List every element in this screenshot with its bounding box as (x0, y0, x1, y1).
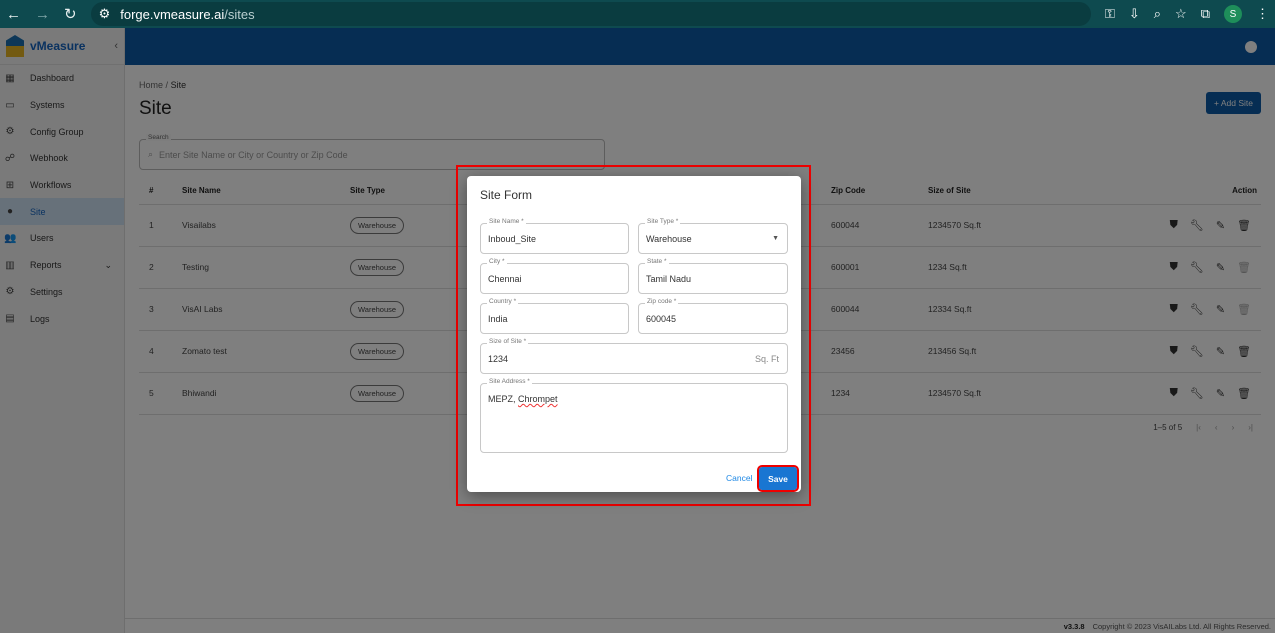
zip-code-label: Zip code * (645, 298, 679, 305)
site-address-textarea[interactable]: Site Address * MEPZ, Chrompet (480, 378, 788, 453)
url-path: /sites (224, 6, 255, 22)
url-host: forge.vmeasure.ai (120, 6, 225, 22)
save-button[interactable]: Save (757, 465, 799, 492)
size-label: Size of Site * (487, 338, 529, 345)
cancel-button[interactable]: Cancel (726, 473, 752, 483)
key-icon[interactable]: ⚿ (1105, 6, 1115, 22)
back-icon[interactable]: ← (6, 6, 21, 23)
address-value: MEPZ, Chrompet (488, 394, 558, 404)
menu-icon[interactable]: ⋮ (1256, 6, 1269, 22)
city-label: City * (487, 258, 507, 265)
address-label: Site Address * (487, 378, 532, 385)
address-text: MEPZ, (488, 394, 519, 404)
site-type-select[interactable]: Site Type * Warehouse ▼ (638, 218, 788, 254)
city-value: Chennai (488, 273, 522, 284)
browser-toolbar: ← → ↻ ⚙ forge.vmeasure.ai/sites ⚿ ⇩ ⌕ ☆ … (0, 0, 1275, 28)
site-name-field[interactable]: Site Name * Inboud_Site (480, 218, 629, 254)
zoom-icon[interactable]: ⌕ (1154, 6, 1161, 22)
forward-icon[interactable]: → (35, 6, 50, 23)
site-form-dialog: Site Form Site Name * Inboud_Site Site Ty… (467, 176, 801, 492)
city-field[interactable]: City * Chennai (480, 258, 629, 294)
state-label: State * (645, 258, 669, 265)
site-settings-icon[interactable]: ⚙ (99, 6, 111, 22)
reload-icon[interactable]: ↻ (64, 5, 77, 23)
address-misspelled-word: Chrompet (518, 394, 558, 404)
size-of-site-field[interactable]: Size of Site * 1234 Sq. Ft (480, 338, 788, 374)
zip-code-value: 600045 (646, 313, 677, 324)
site-name-label: Site Name * (487, 218, 526, 225)
dialog-title: Site Form (480, 188, 533, 202)
country-value: India (488, 313, 508, 324)
site-type-value: Warehouse (646, 233, 692, 244)
profile-avatar[interactable]: S (1224, 5, 1242, 23)
address-bar[interactable]: ⚙ forge.vmeasure.ai/sites (90, 2, 1091, 26)
size-value: 1234 (488, 353, 509, 364)
star-icon[interactable]: ☆ (1175, 6, 1187, 22)
country-label: Country * (487, 298, 519, 305)
state-value: Tamil Nadu (646, 273, 692, 284)
zip-code-field[interactable]: Zip code * 600045 (638, 298, 788, 334)
extension-icon[interactable]: ⧉ (1201, 6, 1210, 22)
install-icon[interactable]: ⇩ (1129, 6, 1140, 22)
site-type-label: Site Type * (645, 218, 681, 225)
dropdown-arrow-icon: ▼ (772, 235, 779, 242)
state-field[interactable]: State * Tamil Nadu (638, 258, 788, 294)
size-unit: Sq. Ft (754, 353, 779, 364)
site-name-value: Inboud_Site (488, 233, 537, 244)
country-field[interactable]: Country * India (480, 298, 629, 334)
